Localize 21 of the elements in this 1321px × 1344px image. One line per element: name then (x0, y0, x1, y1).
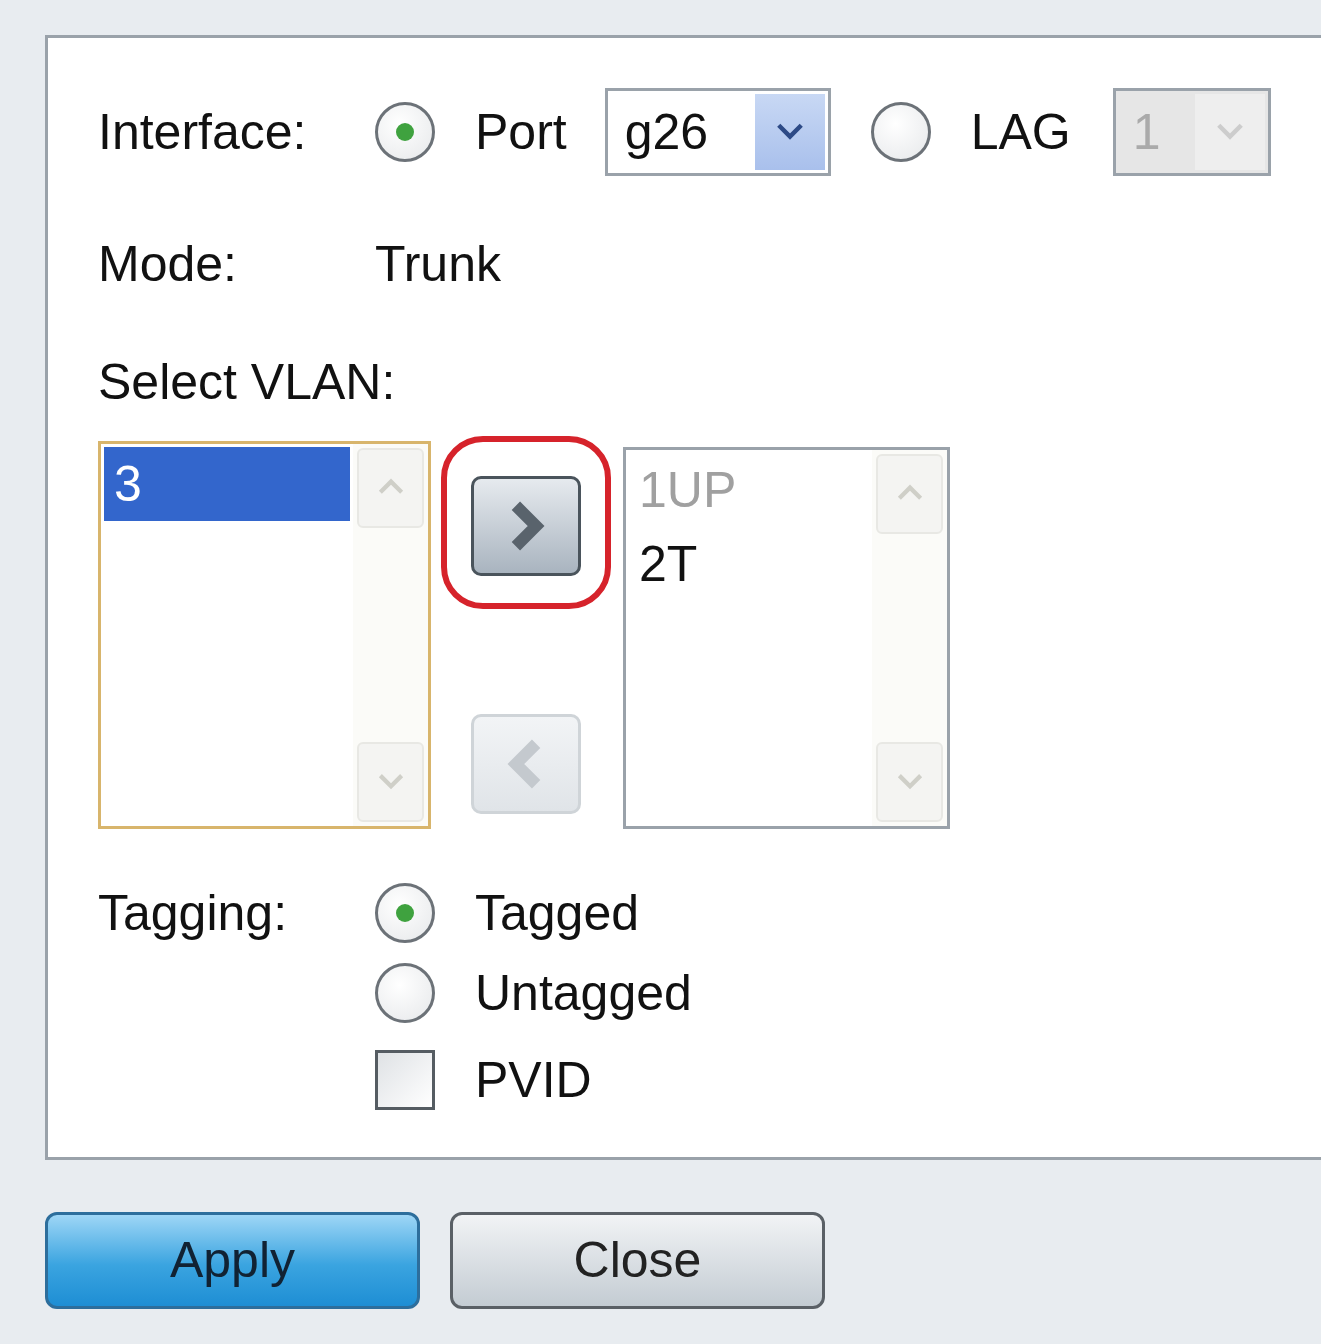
radio-label: LAG (970, 102, 1071, 162)
checkbox[interactable] (375, 1050, 435, 1110)
add-button[interactable] (470, 476, 581, 576)
radio-label: Port (475, 102, 567, 162)
field-label: Interface: (98, 102, 308, 162)
radio-button[interactable] (375, 963, 435, 1023)
radio-label: Untagged (475, 963, 692, 1023)
radio-label: Tagged (475, 883, 640, 943)
field-label: Tagging: (98, 883, 289, 943)
dropdown[interactable]: g26 (604, 88, 831, 176)
available-vlan-list[interactable]: 3 (98, 441, 431, 829)
field-label: Mode: (98, 234, 238, 294)
list-item[interactable]: 2T (629, 527, 869, 601)
apply-button[interactable]: Apply (45, 1212, 420, 1309)
radio-button[interactable] (375, 883, 435, 943)
list-item[interactable]: 3 (104, 447, 350, 521)
close-button[interactable]: Close (450, 1212, 825, 1309)
field-value: Trunk (375, 234, 501, 294)
radio-button[interactable] (375, 102, 435, 162)
field-label: Select VLAN: (98, 352, 396, 412)
checkbox-label: PVID (475, 1050, 592, 1110)
